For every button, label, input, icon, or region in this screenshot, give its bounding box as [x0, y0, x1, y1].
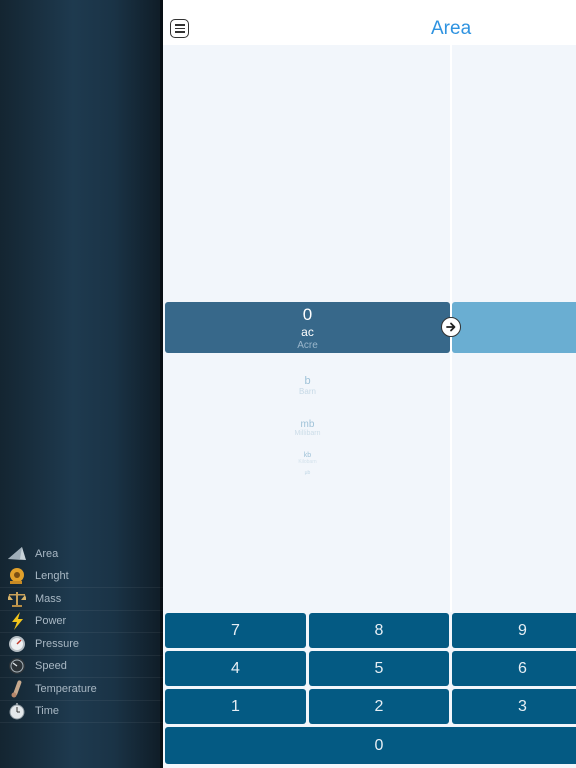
sidebar-item-label: Pressure	[35, 637, 80, 650]
key-0[interactable]: 0	[165, 727, 576, 764]
from-unit-name: Acre	[297, 340, 318, 351]
key-6[interactable]: 6	[452, 651, 576, 686]
unit-option[interactable]: μb	[165, 470, 450, 477]
unit-option-abbr: μb	[304, 470, 311, 476]
speedometer-icon	[8, 657, 26, 675]
input-value: 0	[302, 305, 313, 324]
sidebar-item-label: Temperature	[35, 682, 97, 695]
top-bar: Area	[163, 0, 576, 45]
sidebar-item-power[interactable]: Power	[0, 611, 163, 633]
unit-option-name: Millibarn	[294, 430, 321, 437]
sidebar-item-pressure[interactable]: Pressure	[0, 633, 163, 656]
unit-option-name: Barn	[299, 387, 316, 396]
unit-option[interactable]: kb Kilobarn	[165, 452, 450, 465]
clock-icon	[8, 702, 26, 720]
sidebar-item-label: Power	[35, 615, 67, 628]
key-5[interactable]: 5	[309, 651, 449, 686]
area-icon	[8, 545, 26, 563]
category-sidebar: Area Lenght Mass Power Pressure Speed Te…	[0, 0, 163, 768]
key-9[interactable]: 9	[452, 613, 576, 648]
sidebar-item-speed[interactable]: Speed	[0, 656, 163, 678]
unit-option[interactable]: b Barn	[165, 375, 450, 396]
from-unit-selected[interactable]: 0 ac Acre	[165, 302, 450, 353]
scale-icon	[8, 590, 26, 608]
unit-option[interactable]: mb Millibarn	[165, 419, 450, 437]
sidebar-item-label: Area	[35, 548, 59, 561]
key-2[interactable]: 2	[309, 689, 449, 724]
unit-option-name: Kilobarn	[298, 459, 317, 465]
sidebar-item-area[interactable]: Area	[0, 543, 163, 566]
unit-option-abbr: b	[304, 375, 311, 387]
key-3[interactable]: 3	[452, 689, 576, 724]
thermometer-icon	[8, 680, 26, 698]
sidebar-item-label: Mass	[35, 592, 62, 605]
menu-icon[interactable]	[170, 19, 189, 38]
key-8[interactable]: 8	[309, 613, 449, 648]
key-4[interactable]: 4	[165, 651, 306, 686]
unit-option-abbr: kb	[303, 452, 312, 459]
key-7[interactable]: 7	[165, 613, 306, 648]
length-icon	[8, 567, 26, 585]
to-unit-selected[interactable]	[452, 302, 576, 353]
from-unit-abbr: ac	[301, 325, 314, 339]
sidebar-item-time[interactable]: Time	[0, 701, 163, 723]
key-1[interactable]: 1	[165, 689, 306, 724]
sidebar-item-lenght[interactable]: Lenght	[0, 566, 163, 588]
unit-option-abbr: mb	[300, 419, 315, 430]
lightning-icon	[8, 612, 26, 631]
sidebar-item-label: Speed	[35, 660, 67, 673]
sidebar-item-label: Lenght	[35, 570, 69, 583]
arrow-right-icon[interactable]	[441, 317, 461, 337]
page-title: Area	[431, 18, 472, 39]
sidebar-item-mass[interactable]: Mass	[0, 588, 163, 611]
sidebar-item-temperature[interactable]: Temperature	[0, 678, 163, 701]
converter-main: Area 0 ac Acre b Barn mb Millibarn kb Ki…	[163, 0, 576, 768]
sidebar-item-label: Time	[35, 705, 60, 718]
category-menu: Area Lenght Mass Power Pressure Speed Te…	[0, 543, 163, 723]
gauge-icon	[8, 635, 26, 653]
